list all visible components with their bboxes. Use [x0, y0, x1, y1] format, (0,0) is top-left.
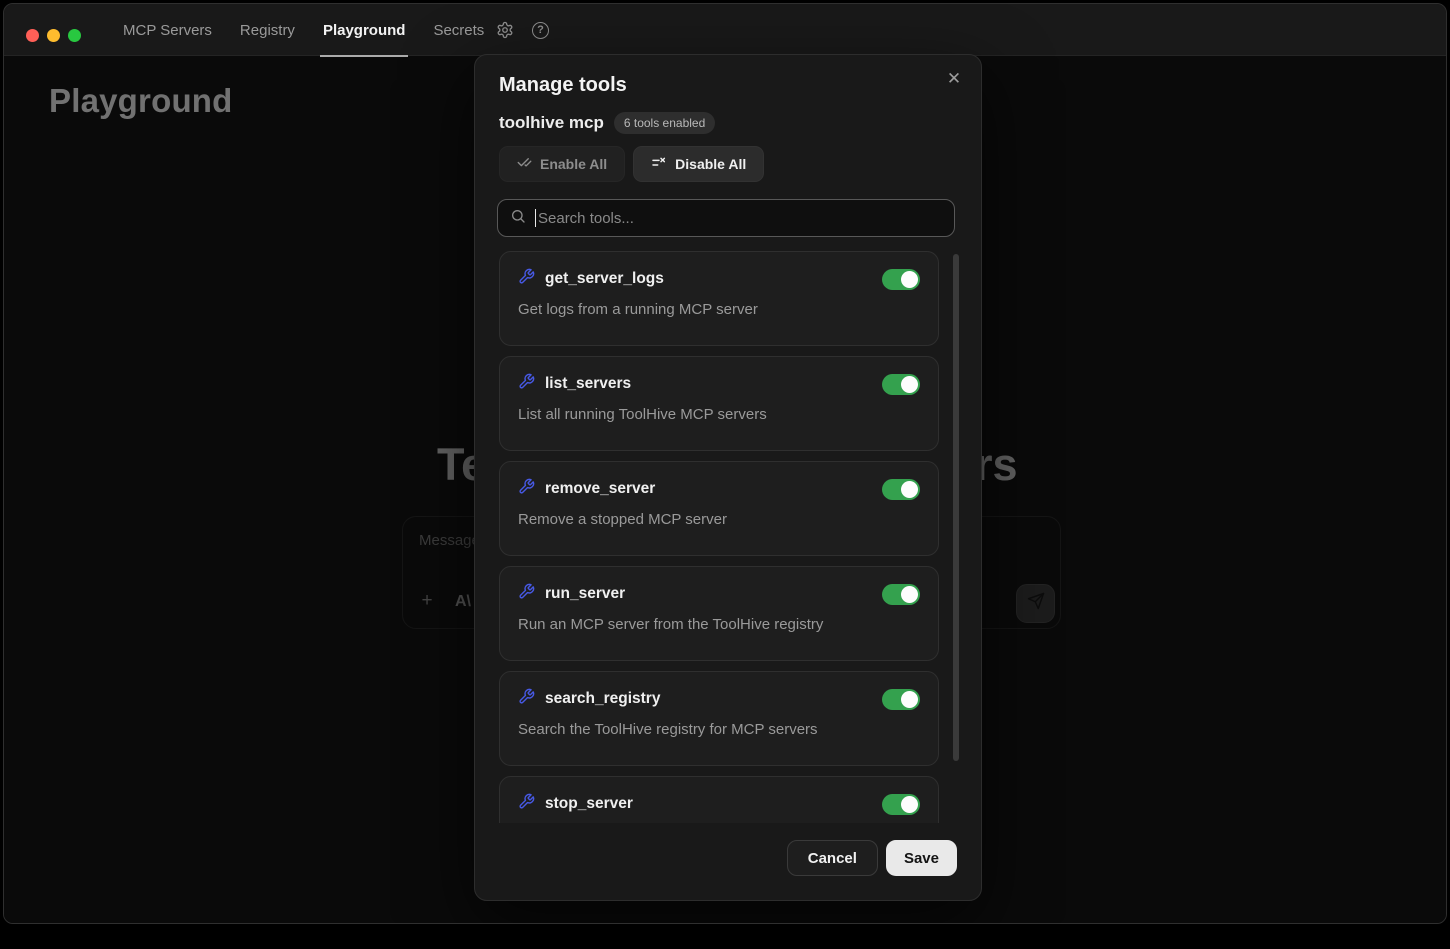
tool-card: get_server_logs Get logs from a running M… [499, 251, 939, 346]
tools-enabled-badge: 6 tools enabled [614, 112, 715, 134]
scrollbar-thumb[interactable] [953, 254, 959, 761]
wrench-icon [518, 373, 535, 395]
wrench-icon [518, 583, 535, 605]
close-window-button[interactable] [26, 29, 39, 42]
tool-toggle[interactable] [882, 374, 920, 395]
tool-toggle[interactable] [882, 584, 920, 605]
wrench-icon [518, 688, 535, 710]
save-button[interactable]: Save [886, 840, 957, 876]
zoom-window-button[interactable] [68, 29, 81, 42]
tool-card: search_registry Search the ToolHive regis… [499, 671, 939, 766]
search-icon [510, 208, 526, 229]
manage-tools-dialog: Manage tools ✕ toolhive mcp 6 tools enab… [474, 54, 982, 901]
nav-tab-playground[interactable]: Playground [322, 4, 407, 56]
tool-name: stop_server [545, 795, 872, 813]
tool-toggle[interactable] [882, 689, 920, 710]
tool-name: search_registry [545, 690, 872, 708]
tool-card: list_servers List all running ToolHive MC… [499, 356, 939, 451]
nav-tab-secrets[interactable]: Secrets [432, 4, 485, 56]
wrench-icon [518, 793, 535, 815]
tool-toggle[interactable] [882, 479, 920, 500]
tool-card: stop_server [499, 776, 939, 823]
minimize-window-button[interactable] [47, 29, 60, 42]
list-x-icon [651, 155, 667, 174]
nav-tab-registry[interactable]: Registry [239, 4, 296, 56]
disable-all-button[interactable]: Disable All [633, 146, 764, 182]
tools-list[interactable]: get_server_logs Get logs from a running M… [499, 251, 959, 823]
titlebar-nav: MCP Servers Registry Playground Secrets [122, 4, 485, 56]
tool-name: remove_server [545, 480, 872, 498]
tool-card: run_server Run an MCP server from the Too… [499, 566, 939, 661]
search-box [497, 199, 955, 237]
close-icon[interactable]: ✕ [942, 67, 966, 91]
help-icon[interactable]: ? [532, 22, 549, 39]
traffic-lights [26, 29, 81, 42]
server-name: toolhive mcp [499, 113, 604, 133]
search-input[interactable] [536, 210, 942, 227]
nav-tab-mcp-servers[interactable]: MCP Servers [122, 4, 213, 56]
tool-name: list_servers [545, 375, 872, 393]
tool-toggle[interactable] [882, 794, 920, 815]
tool-name: get_server_logs [545, 270, 872, 288]
gear-icon[interactable] [496, 21, 514, 39]
tool-card: remove_server Remove a stopped MCP server [499, 461, 939, 556]
wrench-icon [518, 268, 535, 290]
tool-description: Run an MCP server from the ToolHive regi… [518, 616, 920, 633]
tool-description: List all running ToolHive MCP servers [518, 406, 920, 423]
cancel-button[interactable]: Cancel [787, 840, 878, 876]
tool-toggle[interactable] [882, 269, 920, 290]
tool-description: Get logs from a running MCP server [518, 301, 920, 318]
tool-name: run_server [545, 585, 872, 603]
wrench-icon [518, 478, 535, 500]
enable-all-button[interactable]: Enable All [499, 146, 625, 182]
titlebar: MCP Servers Registry Playground Secrets ? [4, 4, 1446, 56]
tool-description: Remove a stopped MCP server [518, 511, 920, 528]
app-window: MCP Servers Registry Playground Secrets ? P… [3, 3, 1447, 924]
dialog-title: Manage tools [499, 74, 627, 97]
tool-description: Search the ToolHive registry for MCP ser… [518, 721, 920, 738]
check-check-icon [517, 155, 532, 173]
